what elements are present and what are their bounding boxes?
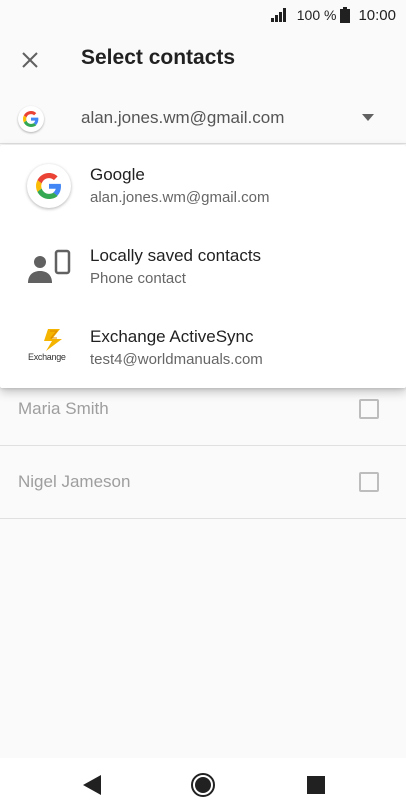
home-icon xyxy=(191,773,215,797)
home-button[interactable] xyxy=(189,771,217,799)
contact-checkbox[interactable] xyxy=(359,399,379,419)
close-icon xyxy=(22,52,38,68)
contact-checkbox[interactable] xyxy=(359,472,379,492)
clock: 10:00 xyxy=(358,6,396,24)
account-selector[interactable]: alan.jones.wm@gmail.com xyxy=(0,94,406,144)
contact-name: Nigel Jameson xyxy=(18,472,131,491)
menu-item-title: Locally saved contacts xyxy=(90,246,262,265)
menu-item-subtitle: Phone contact xyxy=(90,270,186,287)
navigation-bar xyxy=(0,758,406,812)
page-title: Select contacts xyxy=(81,46,236,69)
close-button[interactable] xyxy=(14,44,46,76)
menu-item-title: Exchange ActiveSync xyxy=(90,327,254,346)
recents-button[interactable] xyxy=(302,771,330,799)
menu-item-local[interactable]: Locally saved contacts Phone contact xyxy=(0,226,406,307)
exchange-icon: Exchange xyxy=(26,325,72,371)
battery-percent: 100 % xyxy=(296,7,337,23)
phone-contact-icon xyxy=(28,249,71,283)
menu-item-subtitle: alan.jones.wm@gmail.com xyxy=(90,189,270,206)
exchange-logo-text: Exchange xyxy=(28,352,66,362)
contact-name: Maria Smith xyxy=(18,399,109,418)
account-menu: Google alan.jones.wm@gmail.com Locally s… xyxy=(0,145,406,388)
menu-item-title: Google xyxy=(90,165,145,184)
status-bar: 100 % 10:00 xyxy=(0,0,406,30)
menu-item-exchange[interactable]: Exchange Exchange ActiveSync test4@world… xyxy=(0,307,406,388)
recents-icon xyxy=(307,776,325,794)
google-account-icon xyxy=(18,106,44,132)
dropdown-arrow-icon[interactable] xyxy=(362,114,374,121)
google-icon xyxy=(27,164,71,208)
app-bar: Select contacts xyxy=(0,30,406,88)
menu-item-subtitle: test4@worldmanuals.com xyxy=(90,351,263,368)
back-button[interactable] xyxy=(78,771,106,799)
battery-icon xyxy=(340,7,351,23)
contact-row[interactable]: Nigel Jameson xyxy=(0,446,406,519)
menu-item-google[interactable]: Google alan.jones.wm@gmail.com xyxy=(0,145,406,226)
selected-account-email: alan.jones.wm@gmail.com xyxy=(81,108,285,127)
signal-icon xyxy=(270,8,286,22)
back-icon xyxy=(83,775,101,795)
